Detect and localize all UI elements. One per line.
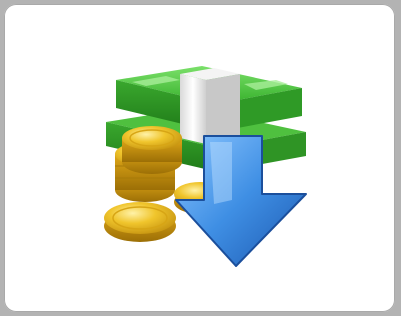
- money-download-illustration: [104, 66, 307, 267]
- icon-card: [4, 4, 395, 312]
- money-download-icon: [4, 4, 395, 312]
